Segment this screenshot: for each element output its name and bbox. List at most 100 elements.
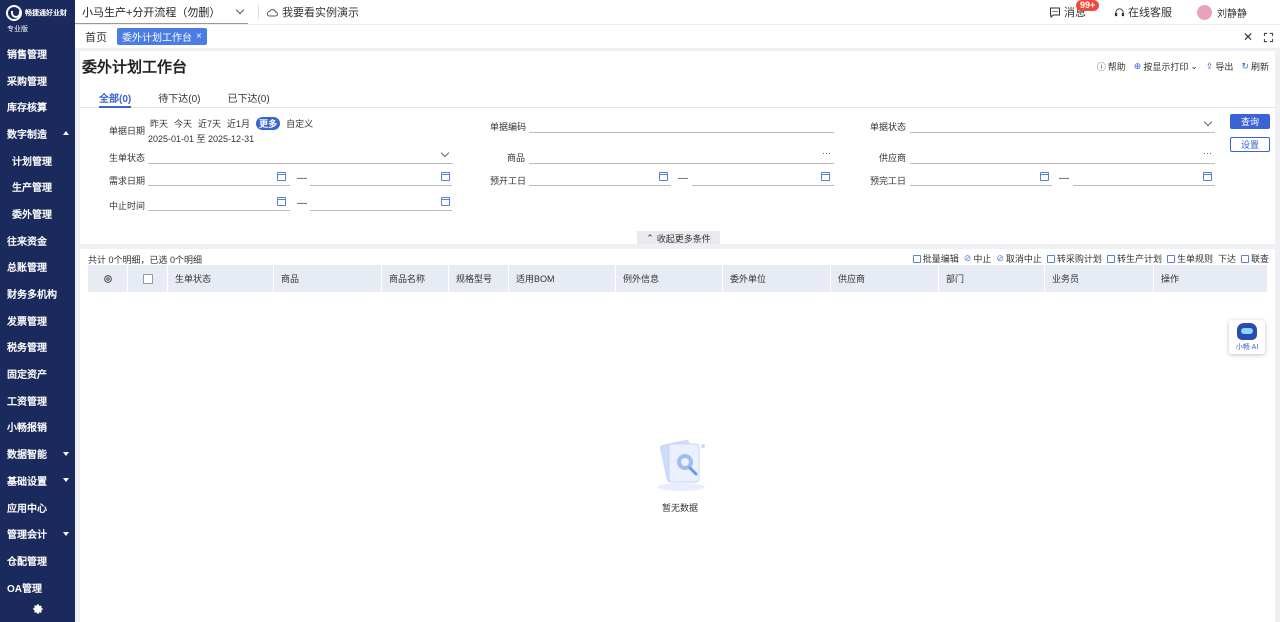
select-all-checkbox[interactable] <box>128 265 168 292</box>
sidebar-item[interactable]: 库存核算 <box>0 93 75 120</box>
settings-gear-icon[interactable] <box>0 596 75 622</box>
demand-date-end[interactable] <box>310 185 452 186</box>
issue-button[interactable]: 下达 <box>1218 252 1236 265</box>
sidebar-item[interactable]: 应用中心 <box>0 494 75 521</box>
stop-button[interactable]: ⊘ 中止 <box>964 252 992 265</box>
export-button[interactable]: ⇪ 导出 <box>1206 60 1234 73</box>
quick-custom[interactable]: 自定义 <box>286 117 313 130</box>
calendar-icon[interactable] <box>277 197 286 206</box>
col-product[interactable]: 商品 <box>274 265 382 292</box>
to-purchase-plan-button[interactable]: 转采购计划 <box>1046 252 1102 265</box>
calendar-icon[interactable] <box>441 172 450 181</box>
doc-status-select[interactable] <box>910 132 1215 133</box>
col-supplier[interactable]: 供应商 <box>831 265 939 292</box>
sidebar-item[interactable]: 管理会计 <box>0 520 75 547</box>
refresh-button[interactable]: ↻ 刷新 <box>1241 60 1269 73</box>
sidebar-item-label: 应用中心 <box>7 503 47 515</box>
demand-date-start[interactable] <box>148 185 290 186</box>
sidebar-item[interactable]: 数据智能 <box>0 440 75 467</box>
to-production-plan-button[interactable]: 转生产计划 <box>1106 252 1162 265</box>
col-exception[interactable]: 例外信息 <box>616 265 723 292</box>
query-button[interactable]: 查询 <box>1230 114 1270 129</box>
batch-edit-button[interactable]: 批量编辑 <box>912 252 959 265</box>
settings-button[interactable]: 设置 <box>1230 137 1270 152</box>
sidebar-item[interactable]: 计划管理 <box>0 147 75 174</box>
close-all-icon[interactable]: ✕ <box>1243 30 1253 44</box>
pre-finish-end[interactable] <box>1073 185 1215 186</box>
tab-issued[interactable]: 已下达(0) <box>227 89 269 108</box>
pre-finish-begin[interactable] <box>910 185 1052 186</box>
col-operation[interactable]: 操作 <box>1154 265 1257 292</box>
sidebar-item[interactable]: 往来资金 <box>0 227 75 254</box>
calendar-icon[interactable] <box>441 197 450 206</box>
tab-close-icon[interactable]: × <box>196 31 202 42</box>
calendar-icon[interactable] <box>659 172 668 181</box>
fullscreen-icon[interactable] <box>1263 32 1274 43</box>
sidebar-item[interactable]: 委外管理 <box>0 200 75 227</box>
company-selector[interactable]: 小马生产+分开流程（勿删） <box>75 0 248 24</box>
col-salesperson[interactable]: 业务员 <box>1045 265 1154 292</box>
gen-status-select[interactable] <box>148 163 453 164</box>
col-department[interactable]: 部门 <box>939 265 1045 292</box>
stop-time-end[interactable] <box>310 210 452 211</box>
quick-more[interactable]: 更多 <box>256 117 281 130</box>
calendar-icon[interactable] <box>1203 172 1212 181</box>
stop-time-start[interactable] <box>148 210 290 211</box>
doc-status-label: 单据状态 <box>870 122 907 132</box>
linked-query-button[interactable]: 联查 <box>1240 252 1269 265</box>
sidebar-item[interactable]: 仓配管理 <box>0 547 75 574</box>
doc-no-input[interactable] <box>529 132 834 133</box>
online-service-button[interactable]: 在线客服 <box>1114 4 1172 20</box>
help-button[interactable]: ⓘ 帮助 <box>1097 60 1126 73</box>
quick-7days[interactable]: 近7天 <box>198 117 221 130</box>
sidebar-item[interactable]: 小畅报销 <box>0 414 75 441</box>
sidebar-item[interactable]: 采购管理 <box>0 67 75 94</box>
print-label: 按显示打印 <box>1143 62 1189 72</box>
column-settings-gear-icon[interactable] <box>88 265 128 292</box>
more-icon[interactable]: ··· <box>1203 148 1212 158</box>
sidebar-item[interactable]: 工资管理 <box>0 387 75 414</box>
col-spec[interactable]: 规格型号 <box>449 265 509 292</box>
quick-today[interactable]: 今天 <box>174 117 192 130</box>
gen-rule-button[interactable]: 生单规则 <box>1166 252 1213 265</box>
tab-all[interactable]: 全部(0) <box>99 89 132 108</box>
sidebar-item[interactable]: 发票管理 <box>0 307 75 334</box>
print-button[interactable]: ⊕ 按显示打印 ⌄ <box>1134 60 1198 73</box>
sidebar-item[interactable]: 固定资产 <box>0 360 75 387</box>
collapse-filters-button[interactable]: ⌃ 收起更多条件 <box>637 231 720 245</box>
col-outsource-unit[interactable]: 委外单位 <box>723 265 831 292</box>
product-input[interactable] <box>529 163 834 164</box>
sidebar-item-label: 小畅报销 <box>7 423 47 435</box>
supplier-input[interactable] <box>910 163 1215 164</box>
demo-link[interactable]: 我要看实例演示 <box>258 5 359 19</box>
sidebar-item[interactable]: 财务多机构 <box>0 280 75 307</box>
sidebar-item[interactable]: 基础设置 <box>0 467 75 494</box>
user-menu[interactable]: 刘静静 <box>1197 4 1247 20</box>
sidebar-item[interactable]: 销售管理 <box>0 40 75 67</box>
col-gen-status[interactable]: 生单状态 <box>168 265 274 292</box>
col-product-name[interactable]: 商品名称 <box>382 265 449 292</box>
sidebar-item[interactable]: 生产管理 <box>0 173 75 200</box>
calendar-icon[interactable] <box>277 172 286 181</box>
cancel-stop-button[interactable]: ⊘ 取消中止 <box>996 252 1042 265</box>
calendar-icon[interactable] <box>1040 172 1049 181</box>
quick-yesterday[interactable]: 昨天 <box>150 117 168 130</box>
pre-start-begin[interactable] <box>529 185 671 186</box>
col-bom[interactable]: 适用BOM <box>509 265 616 292</box>
tab-pending[interactable]: 待下达(0) <box>158 89 200 108</box>
tab-outsourcing-plan[interactable]: 委外计划工作台 × <box>117 28 207 45</box>
calendar-icon[interactable] <box>821 172 830 181</box>
ai-assistant-button[interactable]: 小畅 AI <box>1229 320 1265 354</box>
tab-home[interactable]: 首页 <box>75 29 117 45</box>
checkbox[interactable] <box>142 273 153 284</box>
sidebar-item[interactable]: 数字制造 <box>0 120 75 147</box>
quick-1month[interactable]: 近1月 <box>227 117 250 130</box>
page-tools: ⓘ 帮助 ⊕ 按显示打印 ⌄ ⇪ 导出 ↻ 刷新 <box>1097 60 1269 73</box>
messages-button[interactable]: 消息 99+ <box>1049 0 1100 20</box>
sidebar-item[interactable]: 总账管理 <box>0 254 75 281</box>
more-icon[interactable]: ··· <box>822 148 831 158</box>
stop-icon: ⊘ <box>963 253 972 263</box>
pre-start-end[interactable] <box>692 185 834 186</box>
pre-start-label: 预开工日 <box>490 176 527 186</box>
sidebar-item[interactable]: 税务管理 <box>0 334 75 361</box>
